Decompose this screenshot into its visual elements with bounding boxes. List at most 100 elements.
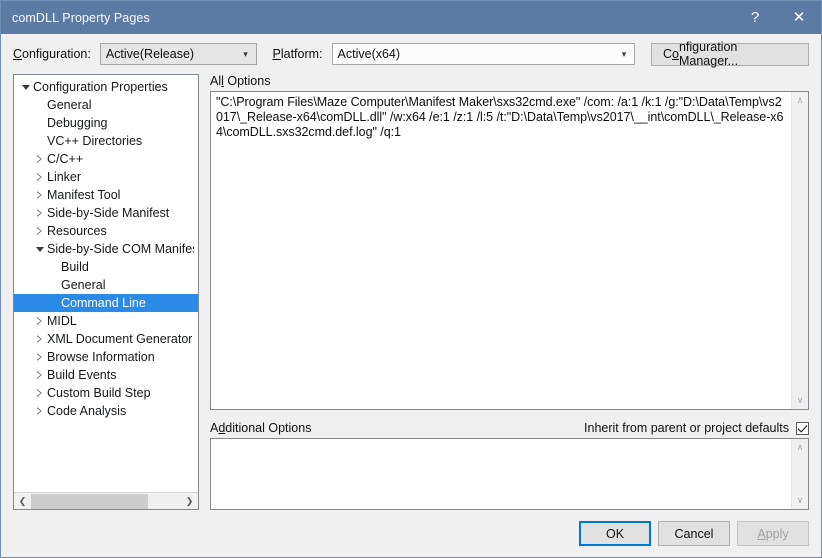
all-options-textbox[interactable]: "C:\Program Files\Maze Computer\Manifest… [210, 91, 809, 410]
tree-item-label: Code Analysis [47, 404, 127, 418]
tree-item-browse-information[interactable]: Browse Information [14, 348, 198, 366]
configuration-manager-rest: nfiguration Manager... [678, 40, 739, 68]
triangle-outline-icon [37, 209, 42, 217]
chevron-down-icon: ▾ [243, 48, 248, 59]
tree-item-code-analysis[interactable]: Code Analysis [14, 402, 198, 420]
dialog-footer: OK Cancel Apply [1, 510, 821, 557]
configuration-manager-button[interactable]: Co nfiguration Manager... [651, 40, 809, 68]
ok-button[interactable]: OK [579, 521, 651, 546]
platform-accesskey: P [272, 47, 281, 61]
dialog-body: Configuration Properties General Debugging… [1, 74, 821, 510]
tree-item-general[interactable]: General [14, 96, 198, 114]
chevron-right-icon[interactable] [32, 173, 47, 181]
chevron-down-icon[interactable] [32, 246, 47, 252]
tree-item-linker[interactable]: Linker [14, 168, 198, 186]
tree-item-build[interactable]: Build [14, 258, 198, 276]
chevron-right-icon[interactable] [32, 371, 47, 379]
tree-item-label: VC++ Directories [47, 134, 143, 148]
tree-item-command-line[interactable]: Command Line [14, 294, 198, 312]
scroll-up-icon[interactable]: ∧ [792, 92, 808, 109]
tree-item-custom-build-step[interactable]: Custom Build Step [14, 384, 198, 402]
apply-accesskey: A [757, 526, 766, 541]
platform-label-rest: latform: [280, 47, 323, 61]
close-icon[interactable]: ✕ [777, 1, 821, 34]
window-title: comDLL Property Pages [12, 10, 150, 25]
tree-item-label: XML Document Generator [47, 332, 193, 346]
platform-value: Active(x64) [337, 47, 401, 61]
tree-item-label: Browse Information [47, 350, 155, 364]
tree-item-side-by-side-com-manifest[interactable]: Side-by-Side COM Manifest [14, 240, 198, 258]
chevron-right-icon[interactable] [32, 335, 47, 343]
tree-horizontal-scrollbar[interactable]: ❮ ❯ [14, 492, 198, 509]
triangle-outline-icon [37, 155, 42, 163]
tree-item-label: Configuration Properties [33, 80, 168, 94]
triangle-outline-icon [37, 227, 42, 235]
configuration-select[interactable]: Active(Release) ▾ [99, 43, 257, 65]
tree-item-build-events[interactable]: Build Events [14, 366, 198, 384]
all-options-scrollbar[interactable]: ∧ ∨ [791, 92, 808, 409]
tree-item-midl[interactable]: MIDL [14, 312, 198, 330]
tree-item-label: General [47, 98, 92, 112]
tree-item-c-c[interactable]: C/C++ [14, 150, 198, 168]
additional-options-textbox[interactable]: ∧ ∨ [210, 438, 809, 510]
additional-options-scrollbar[interactable]: ∧ ∨ [791, 439, 808, 509]
triangle-outline-icon [37, 173, 42, 181]
chevron-right-icon[interactable] [32, 317, 47, 325]
chevron-right-icon[interactable] [32, 227, 47, 235]
inherit-defaults-label: Inherit from parent or project defaults [584, 421, 789, 435]
options-pane: All Options "C:\Program Files\Maze Compu… [199, 74, 809, 510]
chevron-right-icon[interactable] [32, 353, 47, 361]
configuration-manager-accesskey: o [672, 47, 679, 61]
chevron-right-icon[interactable] [32, 191, 47, 199]
additional-options-label-rest: ditional Options [225, 421, 312, 435]
triangle-outline-icon [37, 317, 42, 325]
scroll-up-icon[interactable]: ∧ [792, 439, 808, 456]
scroll-right-icon[interactable]: ❯ [181, 493, 198, 510]
scroll-down-icon[interactable]: ∨ [792, 492, 808, 509]
tree-scroll-track[interactable] [31, 493, 181, 510]
chevron-right-icon[interactable] [32, 209, 47, 217]
tree-item-label: Side-by-Side COM Manifest [47, 242, 194, 256]
tree-item-label: Resources [47, 224, 107, 238]
platform-select[interactable]: Active(x64) ▾ [331, 43, 635, 65]
tree-item-debugging[interactable]: Debugging [14, 114, 198, 132]
tree-item-label: General [61, 278, 106, 292]
chevron-right-icon[interactable] [32, 155, 47, 163]
triangle-outline-icon [37, 335, 42, 343]
chevron-right-icon[interactable] [32, 389, 47, 397]
tree-item-label: MIDL [47, 314, 77, 328]
help-icon[interactable]: ? [733, 1, 777, 34]
scroll-down-icon[interactable]: ∨ [792, 392, 808, 409]
chevron-down-icon: ▾ [621, 48, 627, 59]
chevron-right-icon[interactable] [32, 407, 47, 415]
tree-item-manifest-tool[interactable]: Manifest Tool [14, 186, 198, 204]
tree-item-label: Build Events [47, 368, 117, 382]
chevron-down-icon[interactable] [18, 84, 33, 90]
additional-options-value [211, 439, 791, 509]
title-bar: comDLL Property Pages ? ✕ [1, 1, 821, 34]
tree-item-resources[interactable]: Resources [14, 222, 198, 240]
cancel-button[interactable]: Cancel [658, 521, 730, 546]
triangle-outline-icon [37, 389, 42, 397]
scroll-left-icon[interactable]: ❮ [14, 493, 31, 510]
configuration-toolbar: Configuration: Active(Release) ▾ Platfor… [1, 34, 821, 74]
inherit-defaults-checkbox[interactable] [796, 421, 809, 435]
tree-item-label: Build [61, 260, 89, 274]
tree-item-vc-directories[interactable]: VC++ Directories [14, 132, 198, 150]
tree-item-label: Manifest Tool [47, 188, 121, 202]
tree-item-label: Side-by-Side Manifest [47, 206, 170, 220]
title-bar-buttons: ? ✕ [733, 1, 821, 34]
triangle-outline-icon [37, 407, 42, 415]
all-options-label: All Options [210, 74, 809, 88]
tree-item-configuration-properties[interactable]: Configuration Properties [14, 78, 198, 96]
tree-item-label: Debugging [47, 116, 108, 130]
all-options-value: "C:\Program Files\Maze Computer\Manifest… [216, 95, 784, 139]
apply-button[interactable]: Apply [737, 521, 809, 546]
property-tree[interactable]: Configuration Properties General Debugging… [14, 75, 198, 492]
tree-item-general[interactable]: General [14, 276, 198, 294]
tree-item-side-by-side-manifest[interactable]: Side-by-Side Manifest [14, 204, 198, 222]
tree-item-xml-document-generator[interactable]: XML Document Generator [14, 330, 198, 348]
tree-scroll-thumb[interactable] [31, 493, 148, 509]
inherit-defaults-checkbox-row[interactable]: Inherit from parent or project defaults [584, 421, 809, 435]
triangle-outline-icon [37, 353, 42, 361]
